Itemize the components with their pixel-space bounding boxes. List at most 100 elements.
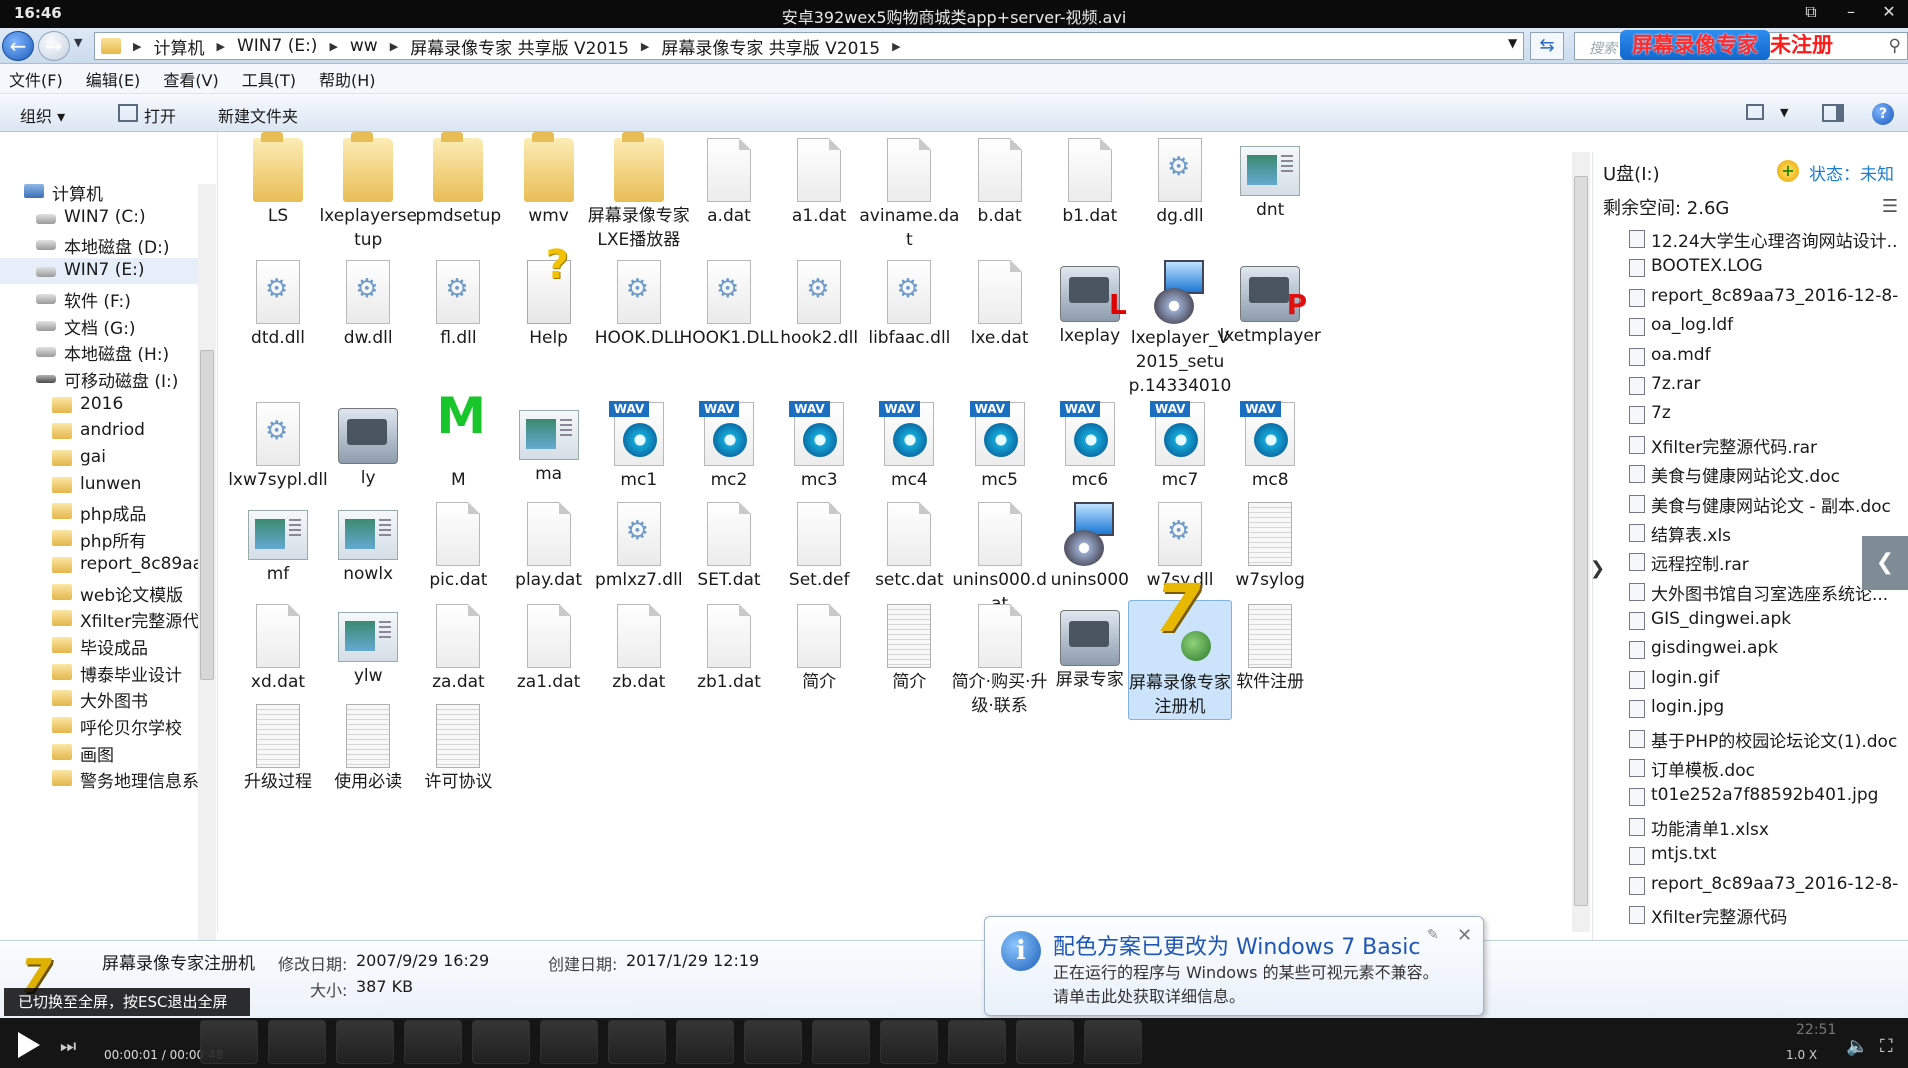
breadcrumb-item[interactable]: 计算机 bbox=[153, 34, 204, 59]
file-item[interactable]: libfaac.dll bbox=[857, 256, 961, 350]
nav-item[interactable]: 软件 (F:) bbox=[0, 285, 200, 311]
breadcrumb[interactable]: ▶ 计算机 ▶ WIN7 (E:) ▶ ww ▶ 屏幕录像专家 共享版 V201… bbox=[94, 32, 1524, 60]
nav-item[interactable]: 可移动磁盘 (I:) bbox=[0, 365, 200, 391]
file-item[interactable]: wmv bbox=[497, 132, 601, 228]
usb-file-item[interactable]: 美食与健康网站论文 - 副本.doc bbox=[1629, 489, 1899, 518]
menu-tools[interactable]: 工具(T) bbox=[242, 67, 296, 91]
file-item[interactable]: za1.dat bbox=[497, 600, 601, 694]
file-item[interactable]: dw.dll bbox=[316, 256, 420, 350]
minimize-icon[interactable]: – bbox=[1836, 2, 1866, 26]
file-item[interactable]: Set.def bbox=[767, 498, 871, 592]
file-item[interactable]: ly bbox=[316, 398, 420, 490]
file-item[interactable]: a1.dat bbox=[767, 134, 871, 228]
file-item[interactable]: mc3 bbox=[767, 398, 871, 492]
nav-item[interactable]: lunwen bbox=[0, 472, 200, 498]
file-item[interactable]: mc8 bbox=[1218, 398, 1322, 492]
usb-file-item[interactable]: 结算表.xls bbox=[1629, 518, 1899, 547]
nav-item[interactable]: 警务地理信息系 bbox=[0, 765, 200, 791]
open-button[interactable]: 打开 bbox=[144, 103, 176, 127]
menu-icon[interactable]: ☰ bbox=[1882, 196, 1898, 217]
usb-file-item[interactable]: oa.mdf bbox=[1629, 342, 1899, 371]
menu-view[interactable]: 查看(V) bbox=[163, 67, 218, 91]
file-scrollbar-thumb[interactable] bbox=[1574, 176, 1588, 906]
refresh-button[interactable]: ⇆ bbox=[1530, 32, 1564, 60]
usb-file-item[interactable]: login.gif bbox=[1629, 665, 1899, 694]
usb-file-item[interactable]: 大外图书馆自习室选座系统论... bbox=[1629, 577, 1899, 606]
nav-item[interactable]: gai bbox=[0, 445, 200, 471]
usb-file-item[interactable]: 美食与健康网站论文.doc bbox=[1629, 459, 1899, 488]
nav-item[interactable]: 本地磁盘 (H:) bbox=[0, 338, 200, 364]
nav-item[interactable]: php成品 bbox=[0, 498, 200, 524]
file-item[interactable]: mc5 bbox=[948, 398, 1052, 492]
nav-item[interactable]: 文档 (G:) bbox=[0, 312, 200, 338]
file-item[interactable]: SET.dat bbox=[677, 498, 781, 592]
nav-item[interactable]: 博泰毕业设计 bbox=[0, 659, 200, 685]
chevron-right-icon[interactable]: ▶ bbox=[216, 40, 224, 53]
file-item[interactable]: 使用必读 bbox=[316, 700, 420, 794]
file-item[interactable]: pmlxz7.dll bbox=[587, 498, 691, 592]
breadcrumb-item[interactable]: 屏幕录像专家 共享版 V2015 bbox=[661, 34, 880, 59]
file-item[interactable]: 屏幕录像专家 LXE播放器 bbox=[587, 132, 691, 252]
file-item[interactable]: hook2.dll bbox=[767, 256, 871, 350]
file-item[interactable]: mc2 bbox=[677, 398, 781, 492]
file-item[interactable]: 屏幕录像专家注册机 bbox=[1128, 597, 1232, 720]
nav-item[interactable]: WIN7 (C:) bbox=[0, 205, 200, 231]
usb-file-item[interactable]: report_8c89aa73_2016-12-8-... bbox=[1629, 871, 1899, 900]
file-item[interactable]: dnt bbox=[1218, 134, 1322, 222]
file-item[interactable]: zb1.dat bbox=[677, 600, 781, 694]
usb-file-item[interactable]: 订单模板.doc bbox=[1629, 753, 1899, 782]
nav-item[interactable]: report_8c89aa bbox=[0, 552, 200, 578]
nav-item[interactable]: andriod bbox=[0, 418, 200, 444]
breadcrumb-item[interactable]: 屏幕录像专家 共享版 V2015 bbox=[410, 34, 629, 59]
usb-file-item[interactable]: 功能清单1.xlsx bbox=[1629, 812, 1899, 841]
search-icon[interactable]: ⚲ bbox=[1889, 36, 1901, 56]
restore-icon[interactable]: ⧉ bbox=[1796, 2, 1826, 26]
chevron-right-icon[interactable]: ▶ bbox=[892, 40, 900, 53]
usb-file-item[interactable]: Xfilter完整源代码.rar bbox=[1629, 430, 1899, 459]
menu-help[interactable]: 帮助(H) bbox=[319, 67, 376, 91]
file-item[interactable]: b1.dat bbox=[1038, 134, 1142, 228]
usb-file-item[interactable]: 12.24大学生心理咨询网站设计... bbox=[1629, 224, 1899, 253]
usb-file-item[interactable]: login.jpg bbox=[1629, 694, 1899, 723]
nav-item[interactable]: 2016 bbox=[0, 392, 200, 418]
usb-file-item[interactable]: t01e252a7f88592b401.jpg bbox=[1629, 782, 1899, 811]
breadcrumb-item[interactable]: WIN7 (E:) bbox=[237, 36, 318, 56]
file-item[interactable]: unins000.dat bbox=[948, 498, 1052, 616]
file-item[interactable]: unins000 bbox=[1038, 498, 1142, 592]
file-item[interactable]: pmdsetup bbox=[406, 132, 510, 228]
file-item[interactable]: lxw7sypl.dll bbox=[226, 398, 330, 492]
file-item[interactable]: dg.dll bbox=[1128, 134, 1232, 228]
file-item[interactable]: xd.dat bbox=[226, 600, 330, 694]
file-item[interactable]: mf bbox=[226, 498, 330, 586]
file-item[interactable]: ma bbox=[497, 398, 601, 486]
usb-file-item[interactable]: BOOTEX.LOG bbox=[1629, 253, 1899, 282]
usb-file-item[interactable]: 基于PHP的校园论坛论文(1).doc bbox=[1629, 724, 1899, 753]
file-item[interactable]: aviname.dat bbox=[857, 134, 961, 252]
nav-item[interactable]: 呼伦贝尔学校 bbox=[0, 712, 200, 738]
usb-file-item[interactable]: report_8c89aa73_2016-12-8-... bbox=[1629, 283, 1899, 312]
file-item[interactable]: dtd.dll bbox=[226, 256, 330, 350]
file-item[interactable]: 屏录专家 bbox=[1038, 600, 1142, 692]
usb-file-item[interactable]: oa_log.ldf bbox=[1629, 312, 1899, 341]
file-item[interactable]: fl.dll bbox=[406, 256, 510, 350]
nav-item[interactable]: 计算机 bbox=[0, 178, 200, 204]
file-item[interactable]: LS bbox=[226, 132, 330, 228]
chevron-right-icon[interactable]: ▶ bbox=[390, 40, 398, 53]
file-item[interactable]: zb.dat bbox=[587, 600, 691, 694]
notification-balloon[interactable]: i 配色方案已更改为 Windows 7 Basic 正在运行的程序与 Wind… bbox=[984, 916, 1484, 1016]
balloon-line[interactable]: 请单击此处获取详细信息。 bbox=[1053, 985, 1473, 1009]
nav-item[interactable]: 大外图书 bbox=[0, 685, 200, 711]
nav-item[interactable]: Xfilter完整源代 bbox=[0, 605, 200, 631]
file-item[interactable]: Llxeplay bbox=[1038, 256, 1142, 348]
chevron-left-icon[interactable]: ❮ bbox=[1862, 536, 1908, 590]
file-item[interactable]: HOOK.DLL bbox=[587, 256, 691, 350]
next-icon[interactable]: ⏭ bbox=[60, 1036, 76, 1057]
file-item[interactable]: 软件注册 bbox=[1218, 600, 1322, 694]
file-item[interactable]: nowlx bbox=[316, 498, 420, 586]
volume-icon[interactable]: 🔈 bbox=[1846, 1036, 1868, 1057]
file-item[interactable]: play.dat bbox=[497, 498, 601, 592]
pin-icon[interactable]: ✎ bbox=[1427, 927, 1439, 943]
new-folder-button[interactable]: 新建文件夹 bbox=[218, 103, 298, 127]
address-dropdown-icon[interactable]: ▼ bbox=[1508, 36, 1517, 50]
file-item[interactable]: 升级过程 bbox=[226, 700, 330, 794]
